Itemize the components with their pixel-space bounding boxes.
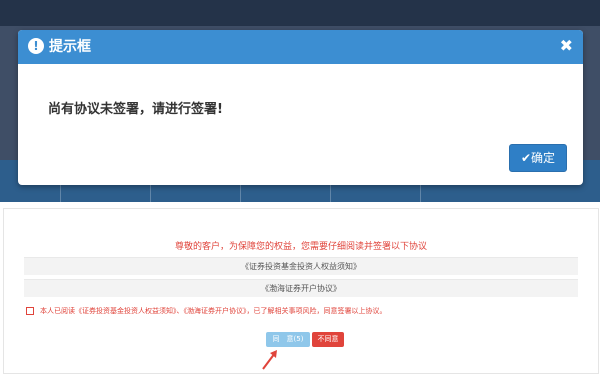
signing-notice: 尊敬的客户，为保障您的权益，您需要仔细阅读并签署以下协议 — [174, 242, 427, 252]
pointer-arrow-icon — [262, 350, 277, 370]
exclamation-circle-icon: ! — [28, 38, 44, 54]
app-top-bar — [0, 0, 600, 26]
agreement-panel: 尊敬的客户，为保障您的权益，您需要仔细阅读并签署以下协议 《证券投资基金投资人权… — [3, 208, 599, 374]
consent-text: 本人已阅读《证券投资基金投资人权益须知》、《渤海证券开户协议》，已了解相关事项风… — [40, 307, 387, 315]
confirm-button[interactable]: ✔确定 — [509, 144, 567, 172]
prompt-dialog: ! 提示框 ✖ 尚有协议未签署，请进行签署! ✔确定 — [18, 30, 583, 185]
dialog-title: 提示框 — [49, 39, 91, 55]
top-screenshot: ! 提示框 ✖ 尚有协议未签署，请进行签署! ✔确定 — [0, 0, 600, 202]
agree-button[interactable]: 同 意(5) — [266, 332, 310, 347]
consent-row: 本人已阅读《证券投资基金投资人权益须知》、《渤海证券开户协议》，已了解相关事项风… — [26, 306, 387, 316]
disagree-button[interactable]: 不同意 — [312, 332, 344, 347]
close-icon[interactable]: ✖ — [560, 36, 573, 56]
agreement-link-fund-rights[interactable]: 《证券投资基金投资人权益须知》 — [24, 257, 578, 275]
dialog-header: ! 提示框 ✖ — [18, 30, 583, 64]
agreement-link-account-opening[interactable]: 《渤海证券开户协议》 — [24, 279, 578, 297]
consent-checkbox[interactable] — [26, 307, 34, 315]
dialog-message: 尚有协议未签署，请进行签署! — [48, 102, 223, 117]
